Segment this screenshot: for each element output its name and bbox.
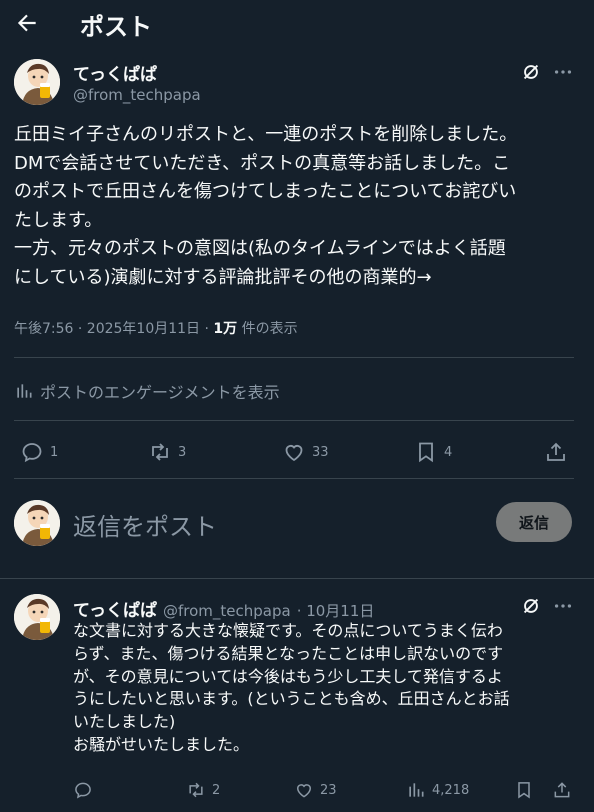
more-icon[interactable] — [552, 61, 574, 83]
avatar[interactable] — [14, 59, 60, 105]
reply-post-header: てっくぱぱ @from_techpapa · 10月11日 — [73, 596, 374, 621]
reply-input[interactable]: 返信をポスト — [73, 507, 217, 542]
reply-line: な文書に対する大きな懐疑です。その点についてうまく伝わ — [73, 621, 503, 640]
reply-repost-action[interactable]: 2 — [186, 780, 220, 800]
avatar-illustration — [14, 594, 60, 640]
reply-button[interactable]: 返信 — [496, 502, 572, 542]
reply-views-count: 4,218 — [432, 782, 470, 798]
post-text: 丘田ミイ子さんのリポストと、一連のポストを削除しました。 DMで会話させていただ… — [14, 121, 588, 293]
like-count: 33 — [312, 444, 329, 460]
divider — [0, 578, 594, 579]
more-icon[interactable] — [552, 595, 574, 617]
reply-views-action[interactable]: 4,218 — [406, 780, 469, 800]
reply-like-count: 23 — [320, 782, 337, 798]
timestamp[interactable]: 午後7:56 · 2025年10月11日 · — [14, 321, 213, 337]
reply-author-name[interactable]: てっくぱぱ — [73, 596, 157, 621]
like-action[interactable]: 33 — [282, 440, 329, 464]
post-meta: 午後7:56 · 2025年10月11日 · 1万 件の表示 — [14, 318, 298, 338]
reply-count: 1 — [50, 444, 59, 460]
reply-text: な文書に対する大きな懐疑です。その点についてうまく伝わ らず、また、傷つける結果… — [73, 620, 588, 757]
reply-date[interactable]: · 10月11日 — [297, 600, 375, 621]
reply-line: らず、また、傷つける結果となったことは申し訳ないのです — [73, 643, 504, 663]
divider — [14, 357, 574, 358]
reply-avatar[interactable] — [14, 594, 60, 640]
views-count: 1万 — [213, 321, 238, 337]
engagement-link[interactable]: ポストのエンゲージメントを表示 — [14, 379, 280, 403]
reply-author-handle[interactable]: @from_techpapa — [163, 602, 291, 620]
top-bar: ポスト — [0, 0, 594, 48]
reply-repost-count: 2 — [212, 782, 221, 798]
post-line: 丘田ミイ子さんのリポストと、一連のポストを削除しました。 — [14, 124, 518, 145]
reply-reply-action[interactable] — [73, 780, 99, 800]
views-suffix: 件の表示 — [237, 321, 298, 337]
bookmark-icon — [419, 442, 433, 463]
grok-icon[interactable] — [520, 595, 542, 617]
divider — [14, 420, 574, 421]
post-line: たします。 — [14, 209, 103, 231]
author-name[interactable]: てっくぱぱ — [73, 60, 157, 85]
reply-line: が、その意見については今後はもう少し工夫して発信するよ — [73, 666, 503, 686]
back-arrow-icon[interactable] — [14, 10, 40, 36]
post-line: DMで会話させていただき、ポストの真意等お話しました。こ — [14, 152, 511, 174]
bookmark-icon[interactable] — [514, 780, 534, 800]
reply-icon — [75, 782, 91, 799]
reply-line: うにしたいと思います。(ということも含め、丘田さんとお話 — [73, 689, 510, 709]
avatar-illustration — [14, 59, 60, 105]
repost-count: 3 — [178, 444, 187, 460]
reply-like-action[interactable]: 23 — [294, 780, 337, 800]
grok-icon[interactable] — [520, 61, 542, 83]
post-line: 一方、元々のポストの意図は(私のタイムラインではよく話題 — [14, 238, 506, 260]
post-line[interactable]: にしている)演劇に対する評論批評その他の商業的→ — [14, 264, 588, 293]
heart-icon — [296, 784, 312, 798]
author-handle[interactable]: @from_techpapa — [73, 86, 201, 104]
repost-action[interactable]: 3 — [148, 440, 186, 464]
share-icon[interactable] — [544, 440, 568, 464]
engagement-label: ポストのエンゲージメントを表示 — [40, 383, 280, 402]
repost-icon — [152, 443, 168, 461]
reply-action[interactable]: 1 — [20, 440, 58, 464]
reply-icon — [22, 443, 42, 463]
avatar-illustration — [14, 500, 60, 546]
reply-line: いたしました) — [73, 712, 176, 732]
page-title: ポスト — [80, 13, 152, 41]
repost-icon — [189, 782, 203, 798]
bookmark-count: 4 — [444, 444, 453, 460]
analytics-icon — [409, 783, 424, 797]
bookmark-action[interactable]: 4 — [414, 440, 452, 464]
analytics-icon — [17, 384, 32, 398]
share-icon[interactable] — [552, 780, 572, 800]
composer-avatar[interactable] — [14, 500, 60, 546]
post-line: のポストで丘田さんを傷つけてしまったことについてお詫びい — [14, 181, 517, 203]
heart-icon — [285, 445, 303, 462]
reply-line: お騒がせいたしました。 — [73, 734, 250, 754]
divider — [14, 478, 574, 479]
